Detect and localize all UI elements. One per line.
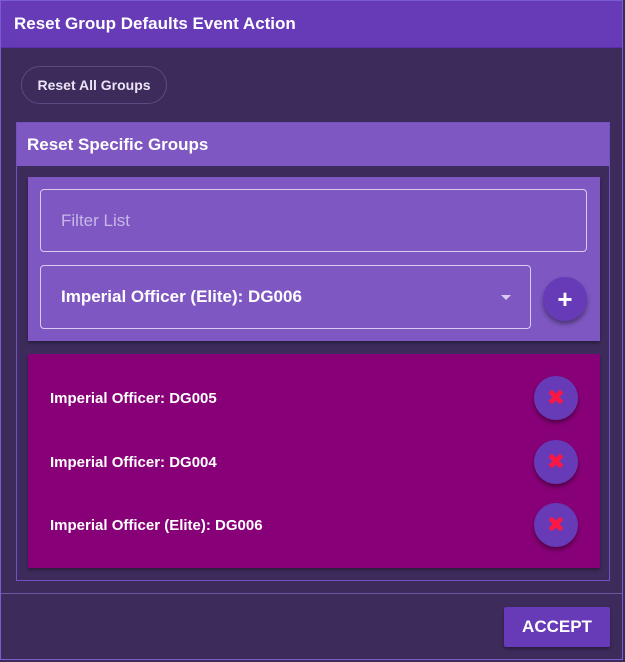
footer-divider [1, 593, 622, 594]
dialog-titlebar: Reset Group Defaults Event Action [1, 1, 622, 48]
remove-group-button[interactable]: ✖ [534, 376, 578, 420]
group-select-value: Imperial Officer (Elite): DG006 [61, 287, 302, 306]
event-action-dialog: Reset Group Defaults Event Action Reset … [0, 0, 623, 660]
remove-group-button[interactable]: ✖ [534, 440, 578, 484]
remove-group-button[interactable]: ✖ [534, 503, 578, 547]
group-label: Imperial Officer (Elite): DG006 [50, 516, 263, 534]
dialog-title: Reset Group Defaults Event Action [14, 14, 296, 33]
group-selection-card: Imperial Officer (Elite): DG006 + [28, 177, 600, 341]
specific-groups-title: Reset Specific Groups [27, 134, 209, 154]
close-icon: ✖ [546, 449, 566, 474]
reset-all-groups-button[interactable]: Reset All Groups [21, 66, 167, 104]
filter-list-input[interactable] [40, 189, 587, 252]
group-label: Imperial Officer: DG005 [50, 389, 217, 407]
close-icon: ✖ [546, 512, 566, 537]
specific-groups-header: Reset Specific Groups [17, 123, 609, 166]
close-icon: ✖ [546, 385, 566, 410]
reset-specific-groups-panel: Reset Specific Groups Imperial Officer (… [16, 122, 610, 581]
list-item: Imperial Officer: DG005 ✖ [28, 373, 600, 423]
add-group-button[interactable]: + [543, 277, 587, 321]
group-label: Imperial Officer: DG004 [50, 453, 217, 471]
list-item: Imperial Officer (Elite): DG006 ✖ [28, 500, 600, 550]
group-select-dropdown[interactable]: Imperial Officer (Elite): DG006 [40, 265, 531, 329]
selected-groups-list: Imperial Officer: DG005 ✖ Imperial Offic… [28, 354, 600, 568]
plus-icon: + [557, 284, 573, 314]
list-item: Imperial Officer: DG004 ✖ [28, 437, 600, 487]
caret-down-icon [501, 294, 511, 300]
accept-button[interactable]: ACCEPT [504, 607, 610, 647]
